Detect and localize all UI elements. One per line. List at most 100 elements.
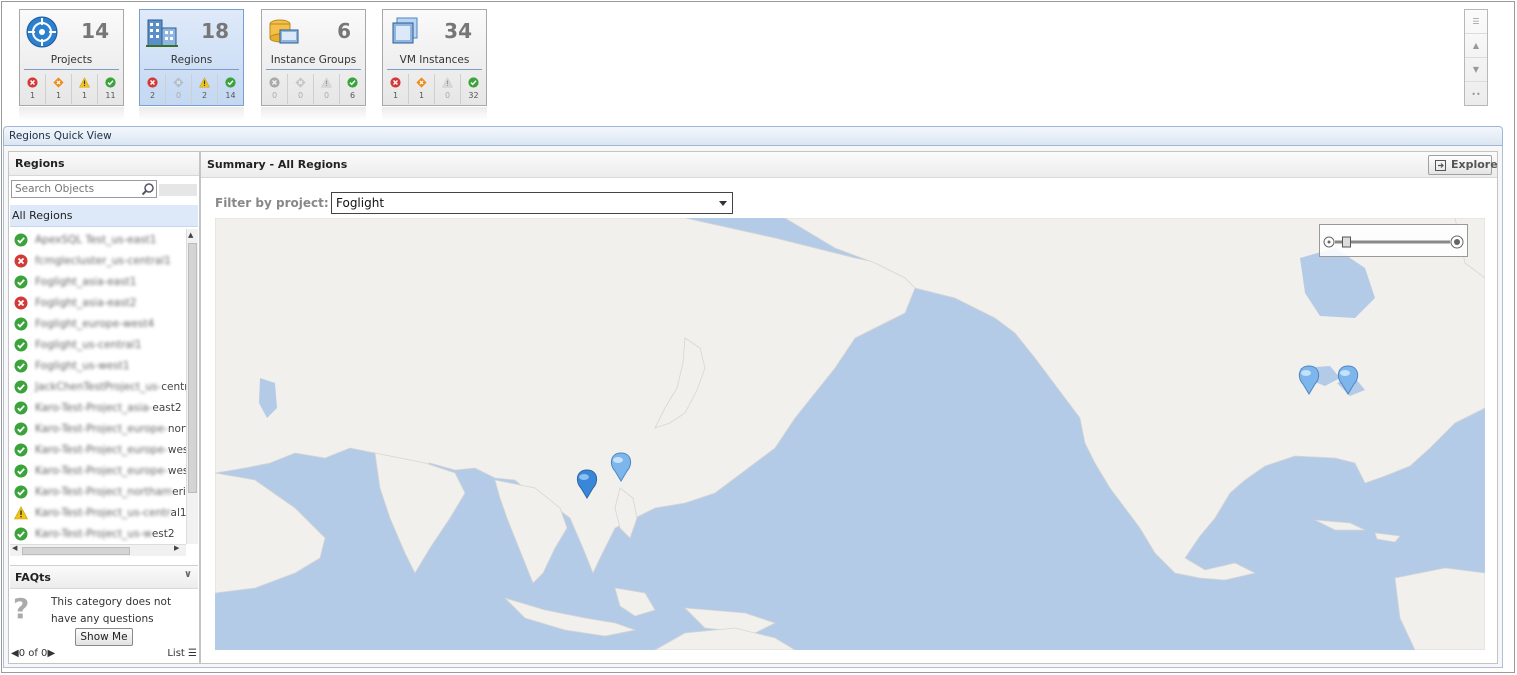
- region-name-suffix: north: [167, 422, 186, 435]
- warning-status-icon: [14, 505, 28, 519]
- ok-status-icon: [225, 77, 236, 88]
- status-count-error[interactable]: 1: [383, 74, 409, 104]
- zoom-slider[interactable]: [1319, 224, 1468, 257]
- ok-status-icon: [14, 443, 28, 456]
- next-page-icon[interactable]: ▶: [47, 648, 55, 659]
- region-name: Foglight_us-west1: [35, 359, 130, 372]
- tile-reflection: [382, 107, 487, 121]
- status-count-value: 0: [175, 91, 182, 100]
- tile-instance-groups[interactable]: 6 Instance Groups 0 0 0 6: [261, 9, 366, 106]
- status-count-ok[interactable]: 6: [340, 74, 365, 104]
- status-count-value: 6: [349, 91, 356, 100]
- scroll-up-icon[interactable]: ▲: [1465, 34, 1487, 58]
- status-count-warning[interactable]: 1: [72, 74, 98, 104]
- status-count-value: 0: [323, 91, 330, 100]
- search-icon[interactable]: [141, 182, 155, 196]
- list-item[interactable]: Karo-Test-Project_europe-west: [10, 460, 186, 481]
- tile-status-counts: 0 0 0 6: [262, 74, 365, 104]
- list-item[interactable]: Karo-Test-Project_asia-east2: [10, 397, 186, 418]
- all-regions-item[interactable]: All Regions: [10, 205, 198, 227]
- status-count-warning[interactable]: 0: [435, 74, 461, 104]
- world-map: [215, 218, 1485, 650]
- region-name: Karo-Test-Project_northam: [35, 485, 173, 498]
- scroll-left-arrow-icon[interactable]: ◀: [12, 544, 17, 552]
- list-item[interactable]: Karo-Test-Project_europe-north: [10, 418, 186, 439]
- list-item[interactable]: fcmglecluster_us-central1: [10, 250, 186, 271]
- show-me-button[interactable]: Show Me: [75, 628, 133, 646]
- scroll-up-arrow-icon[interactable]: ▲: [188, 231, 193, 239]
- region-name: Karo-Test-Project_us-w: [35, 527, 152, 540]
- ok-status-icon: [14, 275, 28, 288]
- status-count-error[interactable]: 2: [140, 74, 166, 104]
- tile-vm-instances[interactable]: 34 VM Instances 1 1 0 32: [382, 9, 487, 106]
- status-count-fatal[interactable]: 1: [409, 74, 435, 104]
- list-item[interactable]: Karo-Test-Project_northamerica: [10, 481, 186, 502]
- list-item[interactable]: Foglight_us-central1: [10, 334, 186, 355]
- error-status-icon: [14, 254, 28, 267]
- tile-regions[interactable]: 18 Regions 2 0 2 14: [139, 9, 244, 106]
- search-toolbar: [159, 184, 197, 196]
- tile-label: VM Instances: [399, 54, 470, 66]
- list-item[interactable]: Karo-Test-Project_us-centr al1: [10, 502, 186, 523]
- list-item[interactable]: Foglight_europe-west4: [10, 313, 186, 334]
- list-item[interactable]: Foglight_asia-east1: [10, 271, 186, 292]
- fatal-status-icon: [416, 77, 427, 88]
- explore-button[interactable]: Explore: [1428, 155, 1498, 175]
- pager-text: 0 of 0: [18, 648, 48, 659]
- prev-page-icon[interactable]: ◀: [11, 648, 19, 659]
- tile-toolbar: ☰ ▲ ▼ ••: [1464, 9, 1488, 106]
- tile-projects[interactable]: 14 Projects 1 1 1 11: [19, 9, 124, 106]
- search-row: [11, 180, 197, 200]
- list-label: List: [167, 648, 185, 659]
- status-count-fatal[interactable]: 1: [46, 74, 72, 104]
- zoom-thumb[interactable]: [1342, 236, 1351, 248]
- list-view-link[interactable]: List ☰: [167, 648, 197, 659]
- list-item[interactable]: Foglight_us-west1: [10, 355, 186, 376]
- region-name-suffix: est2: [151, 527, 175, 540]
- search-input[interactable]: [11, 180, 157, 198]
- status-count-ok[interactable]: 32: [461, 74, 486, 104]
- fatal-status-icon: [295, 77, 306, 88]
- scroll-thumb[interactable]: [22, 547, 130, 555]
- region-name-suffix: erica: [172, 485, 186, 498]
- list-item[interactable]: ApexSQL Test_us-east1: [10, 229, 186, 250]
- tile-divider: [24, 69, 119, 70]
- explore-label: Explore: [1451, 158, 1498, 171]
- warning-status-icon: [321, 77, 332, 88]
- status-count-ok[interactable]: 14: [218, 74, 243, 104]
- status-count-fatal[interactable]: 0: [166, 74, 192, 104]
- tile-count: 6: [337, 19, 351, 43]
- status-count-value: 0: [271, 91, 278, 100]
- collapse-icon[interactable]: ∨: [184, 569, 192, 580]
- status-count-error[interactable]: 0: [262, 74, 288, 104]
- scroll-thumb[interactable]: [188, 243, 197, 493]
- project-filter-select[interactable]: Foglight: [331, 192, 733, 214]
- tile-count: 14: [81, 19, 109, 43]
- status-count-warning[interactable]: 0: [314, 74, 340, 104]
- status-count-error[interactable]: 1: [20, 74, 46, 104]
- scroll-down-icon[interactable]: ▼: [1465, 58, 1487, 82]
- list-item[interactable]: Foglight_asia-east2: [10, 292, 186, 313]
- regions-map[interactable]: [215, 218, 1485, 650]
- faq-title: FAQts: [15, 571, 51, 584]
- tile-label: Regions: [170, 54, 213, 66]
- list-item[interactable]: JackChenTestProject_us-central: [10, 376, 186, 397]
- regions-vertical-scrollbar[interactable]: ▲: [186, 229, 198, 544]
- ok-status-icon: [14, 380, 28, 393]
- scroll-right-arrow-icon[interactable]: ▶: [174, 544, 179, 552]
- list-item[interactable]: Karo-Test-Project_us-w est2: [10, 523, 186, 544]
- error-status-icon: [147, 77, 158, 88]
- regions-horizontal-scrollbar[interactable]: ◀ ▶: [10, 544, 186, 556]
- list-item[interactable]: Karo-Test-Project_europe-west: [10, 439, 186, 460]
- list-view-icon[interactable]: ☰: [1465, 10, 1487, 34]
- status-count-ok[interactable]: 11: [98, 74, 123, 104]
- region-name: Karo-Test-Project_asia-: [35, 401, 153, 414]
- region-name: JackChenTestProject_us-: [35, 380, 162, 393]
- status-count-warning[interactable]: 2: [192, 74, 218, 104]
- ok-status-icon: [14, 338, 28, 351]
- warning-status-icon: [79, 77, 90, 88]
- regions-panel-title: Regions: [9, 152, 199, 176]
- status-count-fatal[interactable]: 0: [288, 74, 314, 104]
- region-name: Foglight_us-central1: [35, 338, 142, 351]
- more-icon[interactable]: ••: [1465, 82, 1487, 106]
